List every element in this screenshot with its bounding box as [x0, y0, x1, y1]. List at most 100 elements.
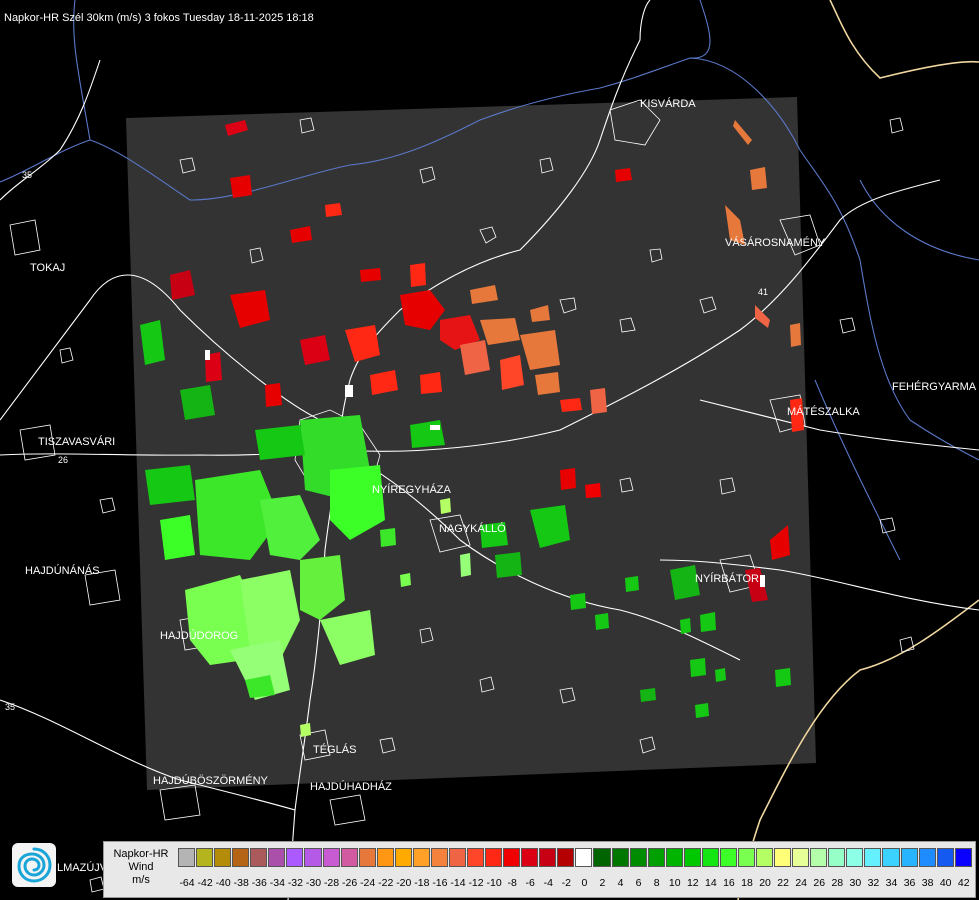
- legend-swatch: [448, 848, 466, 867]
- legend-tick-label: -38: [233, 877, 249, 889]
- legend-swatch: [557, 848, 575, 867]
- city-label-tokaj: TOKAJ: [30, 262, 65, 274]
- legend-tick-label: -26: [342, 877, 358, 889]
- legend-product-name: Napkor-HR: [113, 848, 169, 860]
- legend-tick-label: -24: [360, 877, 376, 889]
- legend-tick-label: 16: [723, 877, 735, 889]
- legend-tick-label: 6: [635, 877, 642, 889]
- legend-tick-label: -30: [305, 877, 322, 889]
- legend-tick-label: 0: [581, 877, 588, 889]
- legend-tick-label: -16: [432, 877, 448, 889]
- legend-tick-label: -10: [486, 877, 502, 889]
- legend-tick-label: 40: [939, 877, 952, 889]
- legend-swatch: [503, 848, 521, 867]
- legend-tick-label: 28: [831, 877, 844, 889]
- legend-swatch: [412, 848, 430, 867]
- legend-tick-label: -36: [251, 877, 267, 889]
- legend-swatch: [936, 848, 954, 867]
- legend-swatch: [647, 848, 665, 867]
- legend-swatch: [286, 848, 304, 867]
- city-label-teglas: TÉGLÁS: [313, 743, 356, 756]
- napkor-logo-icon: [12, 843, 56, 887]
- legend-swatch: [792, 848, 810, 867]
- legend-swatch: [828, 848, 846, 867]
- legend-swatch: [756, 848, 774, 867]
- legend-swatch: [358, 848, 376, 867]
- legend-quantity: Wind: [128, 861, 154, 873]
- road-number-label: 35: [5, 702, 15, 712]
- legend-swatch: [250, 848, 268, 867]
- legend-swatch: [900, 848, 918, 867]
- city-label-kisvarda: KISVÁRDA: [640, 97, 696, 110]
- legend-tick-label: 24: [795, 877, 807, 889]
- legend-tick-label: 18: [741, 877, 753, 889]
- legend-tick-label: -20: [396, 877, 412, 889]
- map-title: Napkor-HR Szél 30km (m/s) 3 fokos Tuesda…: [4, 12, 314, 24]
- city-label-nyirbator: NYÍRBÁTOR: [695, 572, 759, 585]
- legend-swatch: [304, 848, 322, 867]
- legend-swatch: [340, 848, 358, 867]
- wind-legend: Napkor-HR Wind m/s -64 -42 -40 -38 -36 -34 -32…: [103, 841, 976, 898]
- legend-tick-label: 10: [668, 877, 681, 889]
- legend-tick-labels: -64 -42 -40 -38 -36 -34 -32 -30 -28 -26 -24 -22 -20-…: [178, 877, 973, 891]
- legend-unit: m/s: [132, 874, 150, 886]
- legend-tick-label: -18: [414, 877, 430, 889]
- legend-swatch: [322, 848, 340, 867]
- legend-swatch: [467, 848, 485, 867]
- legend-tick-label: 2: [599, 877, 606, 889]
- city-label-hajdudorog: HAJDÚDOROG: [160, 629, 238, 642]
- legend-swatch: [629, 848, 647, 867]
- legend-tick-label: 42: [957, 877, 970, 889]
- legend-tick-label: 36: [903, 877, 916, 889]
- legend-swatch: [575, 848, 593, 867]
- road-number-label: 35: [22, 170, 32, 180]
- legend-swatch: [774, 848, 792, 867]
- city-label-tiszavasvari: TISZAVASVÁRI: [38, 435, 115, 448]
- legend-product-label: Napkor-HR Wind m/s: [108, 848, 174, 887]
- road-number-label: 26: [58, 455, 68, 465]
- city-label-hajduboszormeny: HAJDÚBÖSZÖRMÉNY: [153, 774, 269, 787]
- legend-swatch: [196, 848, 214, 867]
- legend-swatch: [394, 848, 412, 867]
- legend-tick-label: -6: [525, 877, 535, 889]
- legend-swatch: [521, 848, 539, 867]
- legend-swatch: [810, 848, 828, 867]
- legend-tick-label: 26: [813, 877, 826, 889]
- legend-color-scale: [178, 848, 973, 868]
- legend-tick-label: 32: [867, 877, 880, 889]
- city-label-nyiregyhaza: NYÍREGYHÁZA: [372, 483, 452, 496]
- road-number-label: 41: [758, 287, 768, 297]
- legend-swatch: [214, 848, 232, 867]
- legend-tick-label: -28: [323, 877, 340, 889]
- legend-swatch: [683, 848, 701, 867]
- map-canvas: 35 26 41 35 KISVÁRDA TOKAJ VÁSÁROSNAMÉNY…: [0, 0, 979, 900]
- radar-coverage-area: [126, 97, 816, 790]
- legend-swatch: [918, 848, 936, 867]
- legend-swatch: [701, 848, 719, 867]
- legend-swatch: [864, 848, 882, 867]
- city-label-vasarosnameny: VÁSÁROSNAMÉNY: [725, 236, 826, 249]
- legend-tick-label: 38: [921, 877, 934, 889]
- legend-tick-label: 14: [705, 877, 717, 889]
- legend-tick-label: -40: [215, 877, 231, 889]
- city-label-nagykallo: NAGYKÁLLÓ: [439, 522, 506, 535]
- city-label-hajdunanas: HAJDÚNÁNÁS: [25, 564, 100, 577]
- legend-tick-label: -12: [468, 877, 484, 889]
- legend-tick-label: -14: [450, 877, 466, 889]
- legend-swatch: [719, 848, 737, 867]
- legend-tick-label: 30: [849, 877, 862, 889]
- legend-tick-label: -64: [179, 877, 195, 889]
- legend-swatch: [268, 848, 286, 867]
- legend-swatch: [178, 848, 196, 867]
- legend-swatch: [539, 848, 557, 867]
- legend-swatch: [846, 848, 864, 867]
- legend-tick-label: -8: [507, 877, 517, 889]
- legend-swatch: [665, 848, 683, 867]
- legend-swatch: [737, 848, 755, 867]
- legend-tick-label: 34: [885, 877, 898, 889]
- legend-swatch: [954, 848, 972, 867]
- legend-tick-label: 20: [759, 877, 771, 889]
- legend-swatch: [376, 848, 394, 867]
- legend-swatch: [593, 848, 611, 867]
- legend-tick-label: -42: [197, 877, 213, 889]
